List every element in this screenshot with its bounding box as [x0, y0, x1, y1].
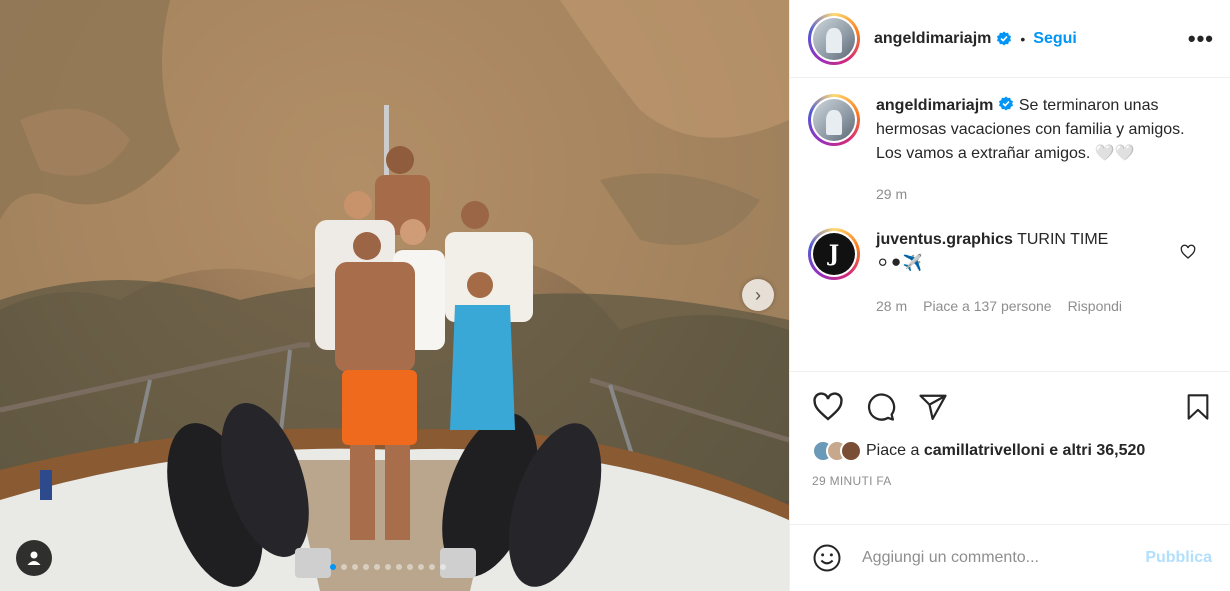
caption-meta: 29 m [876, 182, 1196, 206]
chevron-right-icon: › [755, 284, 761, 305]
comment-time[interactable]: 28 m [876, 294, 907, 318]
carousel-dot [429, 564, 435, 570]
verified-badge-icon [999, 96, 1014, 111]
comment-reply-button[interactable]: Rispondi [1068, 294, 1122, 318]
emoji-icon[interactable] [812, 543, 842, 573]
tagged-users-button[interactable] [16, 540, 52, 576]
caption-username[interactable]: angeldimariajm [876, 97, 993, 114]
caption: angeldimariajm Se terminaron unas hermos… [808, 94, 1214, 206]
liker-avatar [840, 440, 862, 462]
commenter-story-ring[interactable]: J [808, 228, 860, 280]
post-sidebar: angeldimariajm • Segui ••• angeldimariaj… [789, 0, 1230, 591]
carousel-dot [418, 564, 424, 570]
comment-meta: 28 m Piace a 137 persone Rispondi [876, 294, 1176, 318]
heart-icon[interactable] [812, 391, 844, 423]
caption-avatar[interactable] [813, 99, 855, 141]
action-bar: Piace a camillatrivelloni e altri 36,520… [790, 371, 1230, 488]
comment-username[interactable]: juventus.graphics [876, 231, 1013, 248]
likes-prefix: Piace a [866, 442, 924, 459]
bookmark-icon[interactable] [1184, 392, 1212, 422]
likes-others-link[interactable]: e altri 36,520 [1045, 442, 1145, 460]
publish-button[interactable]: Pubblica [1145, 549, 1212, 567]
comment-content: juventus.graphics TURIN TIME [876, 228, 1176, 252]
post-timestamp[interactable]: 29 MINUTI FA [812, 474, 1212, 488]
comment-likes[interactable]: Piace a 137 persone [923, 294, 1051, 318]
carousel-next-button[interactable]: › [742, 279, 774, 311]
carousel-dot [341, 564, 347, 570]
comment-text: TURIN TIME [1017, 231, 1109, 248]
juventus-logo: J [828, 241, 840, 267]
comment-icon[interactable] [866, 392, 896, 422]
carousel-dot [396, 564, 402, 570]
post-header: angeldimariajm • Segui ••• [790, 0, 1230, 78]
action-icons [812, 372, 1212, 442]
comment-like-heart-icon[interactable] [1180, 244, 1196, 260]
commenter-avatar[interactable]: J [813, 233, 855, 275]
post-photo[interactable]: › [0, 0, 789, 591]
author-username[interactable]: angeldimariajm [874, 30, 991, 48]
likes-summary: Piace a camillatrivelloni e altri 36,520 [812, 436, 1212, 466]
photo-scene [0, 0, 789, 591]
comment-item: J juventus.graphics TURIN TIME ⚪⚫✈️ 28 m… [808, 228, 1214, 318]
carousel-dot [374, 564, 380, 570]
instagram-post-modal: › angeldimariajm • Segui ••• angeldimari… [0, 0, 1230, 591]
carousel-dot [352, 564, 358, 570]
caption-story-ring[interactable] [808, 94, 860, 146]
comment-input[interactable] [862, 549, 1146, 567]
comment-emojis: ⚪⚫✈️ [876, 255, 923, 272]
author-story-ring[interactable] [808, 12, 860, 65]
caption-content: angeldimariajm Se terminaron unas hermos… [876, 94, 1196, 166]
carousel-dot [385, 564, 391, 570]
caption-time[interactable]: 29 m [876, 182, 907, 206]
liker-avatars[interactable] [812, 440, 862, 462]
header-separator: • [1020, 30, 1026, 47]
carousel-dot [407, 564, 413, 570]
carousel-dot [330, 564, 336, 570]
comments-section: angeldimariajm Se terminaron unas hermos… [790, 94, 1230, 318]
verified-badge-icon [997, 31, 1012, 45]
follow-button[interactable]: Segui [1033, 30, 1077, 48]
carousel-dot [440, 564, 446, 570]
carousel-dot [363, 564, 369, 570]
author-avatar[interactable] [813, 17, 855, 60]
send-icon[interactable] [918, 392, 948, 422]
likes-user-link[interactable]: camillatrivelloni [924, 442, 1045, 460]
user-tag-icon [27, 551, 41, 565]
comment-composer: Pubblica [790, 524, 1230, 591]
more-options-icon[interactable]: ••• [1188, 26, 1214, 52]
carousel-indicator [330, 564, 446, 570]
